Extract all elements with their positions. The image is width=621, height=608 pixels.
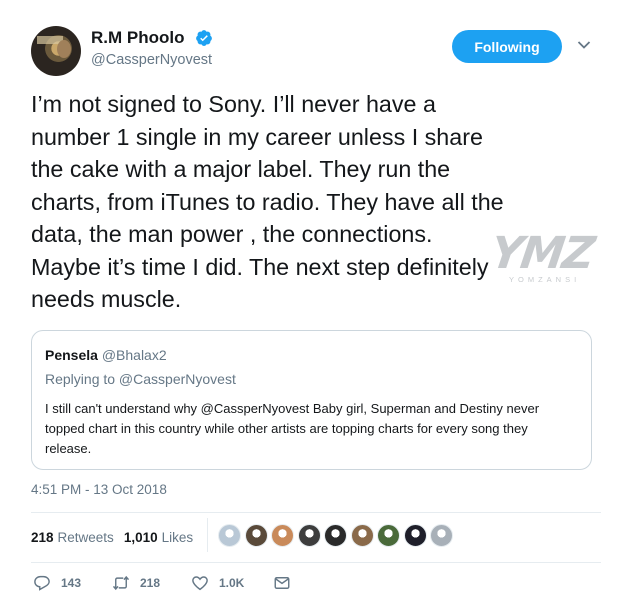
reply-icon: [34, 575, 50, 591]
liker-avatars: [218, 524, 457, 550]
tweet-line: charts, from iTunes to radio. They have …: [31, 188, 504, 215]
quoted-line: release.: [45, 441, 92, 456]
likes-count[interactable]: 1,010: [124, 530, 158, 545]
heart-icon: [192, 576, 208, 591]
retweets-count[interactable]: 218: [31, 530, 54, 545]
tweet-line: the cake with a major label. They run th…: [31, 156, 451, 182]
liker-avatar[interactable]: [271, 524, 294, 547]
verified-badge-icon: [196, 30, 212, 46]
liker-avatar[interactable]: [324, 524, 347, 547]
tweet-line: number 1 single in my career unless I sh…: [31, 123, 483, 150]
tweet-header: R.M Phoolo @CassperNyovest Following: [31, 26, 601, 76]
ymz-watermark: YMZ YOMZANSI: [487, 228, 609, 288]
tweet-stats: 218 Retweets 1,010 Likes: [31, 526, 203, 548]
liker-avatar[interactable]: [430, 524, 453, 547]
replying-to: Replying to @CassperNyovest: [45, 371, 236, 387]
liker-avatar[interactable]: [377, 524, 400, 547]
quoted-line: I still can't understand why @CassperNyo…: [45, 401, 540, 416]
retweets-label[interactable]: Retweets: [58, 530, 114, 545]
direct-message-button[interactable]: [273, 574, 301, 592]
stats-divider: [207, 518, 208, 552]
reply-button[interactable]: 143: [33, 574, 81, 592]
divider: [31, 512, 601, 513]
retweet-button[interactable]: 218: [112, 574, 160, 592]
quoted-tweet-text: I still can't understand why @CassperNyo…: [45, 399, 580, 459]
liker-avatar[interactable]: [350, 524, 374, 547]
chevron-down-icon[interactable]: [577, 40, 591, 50]
retweet-icon: [112, 575, 130, 591]
quoted-line: topped chart in this country while other…: [45, 421, 528, 436]
liker-avatar[interactable]: [403, 524, 427, 547]
divider: [31, 562, 601, 563]
like-button[interactable]: 1.0K: [191, 574, 244, 592]
likes-label[interactable]: Likes: [162, 530, 194, 545]
quoted-author-name: Pensela: [45, 347, 98, 363]
avatar-face: [57, 40, 71, 58]
watermark-logo: YMZ: [487, 228, 597, 279]
quoted-tweet[interactable]: Pensela @Bhalax2 Replying to @CassperNyo…: [31, 330, 592, 470]
display-name[interactable]: R.M Phoolo: [91, 28, 184, 48]
following-button[interactable]: Following: [452, 30, 562, 63]
liker-avatar[interactable]: [244, 524, 268, 547]
tweet-timestamp[interactable]: 4:51 PM - 13 Oct 2018: [31, 482, 167, 497]
like-count: 1.0K: [219, 576, 245, 590]
liker-avatar[interactable]: [218, 524, 241, 547]
tweet-line: I’m not signed to Sony. I’ll never have …: [31, 91, 436, 117]
liker-avatar[interactable]: [297, 524, 321, 547]
reply-count: 143: [61, 576, 82, 590]
envelope-icon: [274, 577, 290, 589]
avatar[interactable]: [31, 26, 81, 76]
retweet-count: 218: [140, 576, 161, 590]
quoted-tweet-header: Pensela @Bhalax2: [45, 347, 167, 363]
quoted-author-handle: @Bhalax2: [101, 347, 167, 363]
author-handle[interactable]: @CassperNyovest: [91, 52, 212, 68]
watermark-subtext: YOMZANSI: [509, 275, 581, 284]
